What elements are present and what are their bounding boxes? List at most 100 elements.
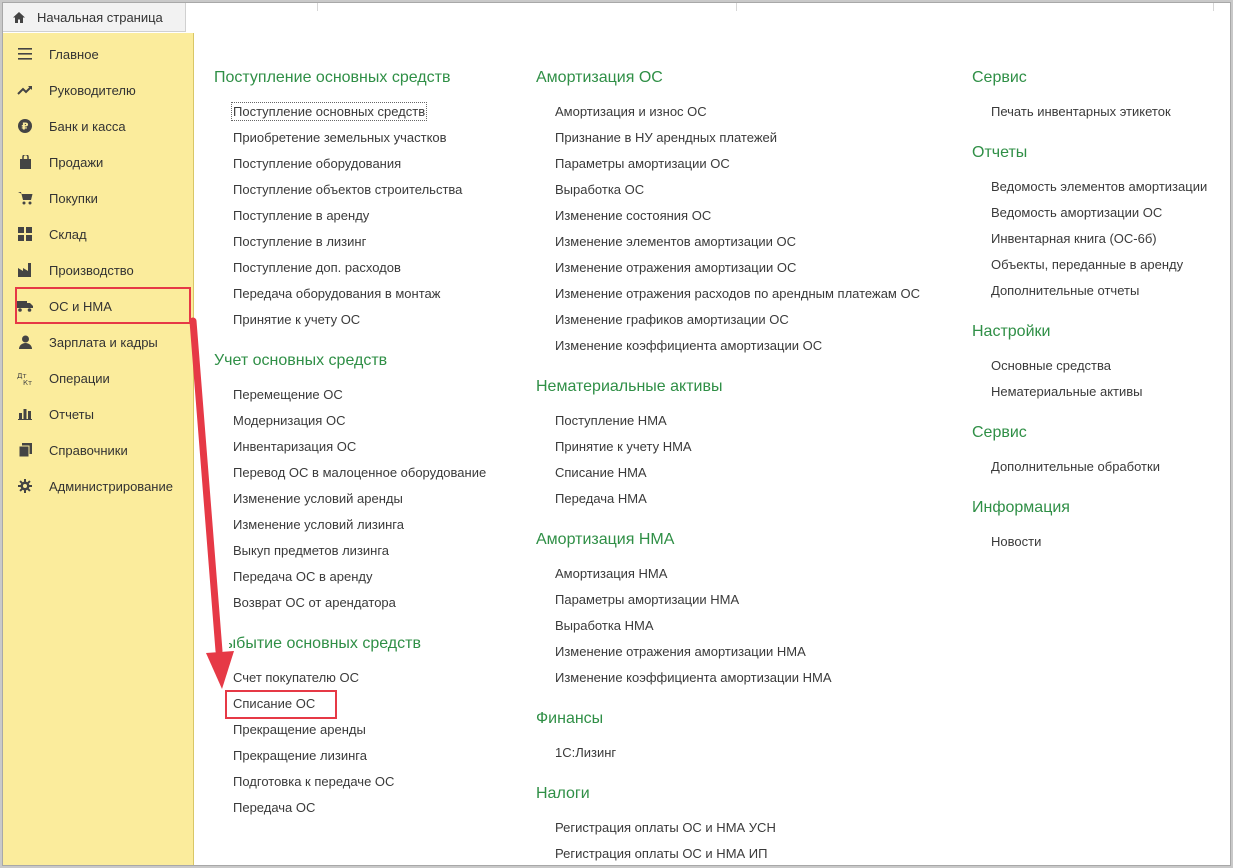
link-item[interactable]: Выработка ОС <box>555 182 644 197</box>
link-item[interactable]: Изменение отражения амортизации НМА <box>555 644 806 659</box>
link-item[interactable]: Поступление в лизинг <box>233 234 366 249</box>
section-title-depreciation-os: Амортизация ОС <box>536 69 663 86</box>
link-item[interactable]: Признание в НУ арендных платежей <box>555 130 777 145</box>
link-item[interactable]: Дополнительные обработки <box>991 459 1160 474</box>
link-item[interactable]: Изменение графиков амортизации ОС <box>555 312 789 327</box>
link-item[interactable]: Поступление в аренду <box>233 208 369 223</box>
link-item[interactable]: Подготовка к передаче ОС <box>233 774 394 789</box>
link-item[interactable]: Передача ОС в аренду <box>233 569 372 584</box>
section-title-receipt: Поступление основных средств <box>214 69 451 86</box>
sidebar-item-purchases[interactable]: Покупки <box>3 180 193 216</box>
sidebar-item-label: Операции <box>49 370 110 386</box>
factory-icon <box>17 262 33 278</box>
link-item[interactable]: Инвентарная книга (ОС-6б) <box>991 231 1157 246</box>
link-item[interactable]: Основные средства <box>991 358 1111 373</box>
svg-text:₽: ₽ <box>22 122 29 133</box>
link-item[interactable]: Ведомость элементов амортизации <box>991 179 1207 194</box>
link-item[interactable]: Ведомость амортизации ОС <box>991 205 1162 220</box>
link-item[interactable]: Поступление основных средств <box>230 102 428 121</box>
link-item[interactable]: Новости <box>991 534 1041 549</box>
link-item[interactable]: Счет покупателю ОС <box>233 670 359 685</box>
tab-home[interactable]: Начальная страница <box>3 3 186 32</box>
link-item[interactable]: Объекты, переданные в аренду <box>991 257 1183 272</box>
link-item[interactable]: Перемещение ОС <box>233 387 343 402</box>
link-item[interactable]: Модернизация ОС <box>233 413 345 428</box>
link-item[interactable]: Возврат ОС от арендатора <box>233 595 396 610</box>
link-item[interactable]: Поступление НМА <box>555 413 667 428</box>
link-item[interactable]: Печать инвентарных этикеток <box>991 104 1171 119</box>
sidebar-item-production[interactable]: Производство <box>3 252 193 288</box>
link-item[interactable]: Амортизация и износ ОС <box>555 104 707 119</box>
link-item[interactable]: Поступление оборудования <box>233 156 401 171</box>
link-item[interactable]: Поступление объектов строительства <box>233 182 462 197</box>
app-window: Начальная страница Главное Руководителю … <box>2 2 1231 866</box>
link-item[interactable]: Изменение коэффициента амортизации НМА <box>555 670 832 685</box>
section-title-disposal: Выбытие основных средств <box>214 635 421 652</box>
sidebar-item-main[interactable]: Главное <box>3 36 193 72</box>
link-item[interactable]: 1С:Лизинг <box>555 745 616 760</box>
link-item[interactable]: Изменение отражения расходов по арендным… <box>555 286 920 301</box>
link-item[interactable]: Изменение условий аренды <box>233 491 403 506</box>
grid-icon <box>17 226 33 242</box>
link-item[interactable]: Инвентаризация ОС <box>233 439 356 454</box>
dt-kt-icon: Дт Кт <box>17 370 33 386</box>
link-item[interactable]: Прекращение аренды <box>233 722 366 737</box>
link-item[interactable]: Амортизация НМА <box>555 566 667 581</box>
link-item[interactable]: Изменение условий лизинга <box>233 517 404 532</box>
link-item[interactable]: Поступление доп. расходов <box>233 260 401 275</box>
link-item[interactable]: Принятие к учету НМА <box>555 439 692 454</box>
link-item[interactable]: Изменение состояния ОС <box>555 208 711 223</box>
sidebar-item-sales[interactable]: Продажи <box>3 144 193 180</box>
sidebar: Главное Руководителю ₽ Банк и касса Прод… <box>3 33 194 865</box>
sidebar-item-bank[interactable]: ₽ Банк и касса <box>3 108 193 144</box>
link-item[interactable]: Выкуп предметов лизинга <box>233 543 389 558</box>
link-item[interactable]: Изменение отражения амортизации ОС <box>555 260 796 275</box>
annotation-highlight-sidebar <box>15 287 191 324</box>
person-icon <box>17 334 33 350</box>
link-item[interactable]: Нематериальные активы <box>991 384 1143 399</box>
link-item[interactable]: Приобретение земельных участков <box>233 130 447 145</box>
divider <box>736 3 737 11</box>
link-item[interactable]: Передача оборудования в монтаж <box>233 286 440 301</box>
sidebar-item-label: Руководителю <box>49 82 136 98</box>
section-title-depreciation-nma: Амортизация НМА <box>536 531 675 548</box>
link-item[interactable]: Прекращение лизинга <box>233 748 367 763</box>
ruble-icon: ₽ <box>17 118 33 134</box>
link-item[interactable]: Параметры амортизации НМА <box>555 592 739 607</box>
link-item[interactable]: Изменение элементов амортизации ОС <box>555 234 796 249</box>
link-item[interactable]: Перевод ОС в малоценное оборудование <box>233 465 486 480</box>
link-item[interactable]: Передача НМА <box>555 491 647 506</box>
link-item[interactable]: Передача ОС <box>233 800 315 815</box>
link-item[interactable]: Регистрация оплаты ОС и НМА ИП <box>555 846 768 861</box>
svg-text:Кт: Кт <box>23 379 32 385</box>
tab-home-label: Начальная страница <box>37 9 163 25</box>
section-title-intangibles: Нематериальные активы <box>536 378 723 395</box>
trend-up-icon <box>17 82 33 98</box>
section-title-taxes: Налоги <box>536 785 590 802</box>
sidebar-item-label: Покупки <box>49 190 98 206</box>
sidebar-item-label: Продажи <box>49 154 104 170</box>
sidebar-item-salary[interactable]: Зарплата и кадры <box>3 324 193 360</box>
gear-icon <box>17 478 33 494</box>
menu-icon <box>17 46 33 62</box>
sidebar-item-label: Производство <box>49 262 134 278</box>
link-item[interactable]: Параметры амортизации ОС <box>555 156 730 171</box>
sidebar-item-manager[interactable]: Руководителю <box>3 72 193 108</box>
sidebar-item-directories[interactable]: Справочники <box>3 432 193 468</box>
sidebar-item-operations[interactable]: Дт Кт Операции <box>3 360 193 396</box>
home-icon <box>12 10 26 24</box>
sidebar-item-label: Справочники <box>49 442 128 458</box>
cart-icon <box>17 190 33 206</box>
sidebar-item-reports[interactable]: Отчеты <box>3 396 193 432</box>
sidebar-item-warehouse[interactable]: Склад <box>3 216 193 252</box>
section-title-finance: Финансы <box>536 710 604 727</box>
sidebar-item-label: Банк и касса <box>49 118 126 134</box>
link-item[interactable]: Принятие к учету ОС <box>233 312 360 327</box>
sidebar-item-label: Администрирование <box>49 478 173 494</box>
link-item[interactable]: Списание НМА <box>555 465 647 480</box>
link-item[interactable]: Регистрация оплаты ОС и НМА УСН <box>555 820 776 835</box>
link-item[interactable]: Выработка НМА <box>555 618 654 633</box>
sidebar-item-administration[interactable]: Администрирование <box>3 468 193 504</box>
link-item[interactable]: Изменение коэффициента амортизации ОС <box>555 338 822 353</box>
link-item[interactable]: Дополнительные отчеты <box>991 283 1139 298</box>
